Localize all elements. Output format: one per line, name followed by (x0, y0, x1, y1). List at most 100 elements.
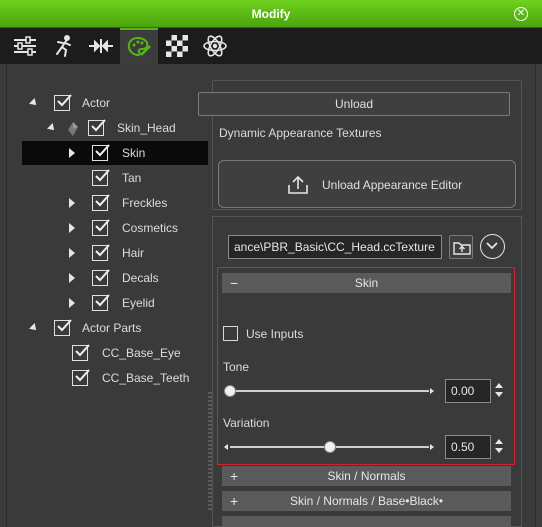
expand-right-icon[interactable] (69, 273, 75, 283)
checkmark-icon (95, 219, 110, 232)
slider-right-arrow-icon[interactable] (430, 444, 434, 450)
checkbox-cc-base-teeth[interactable] (72, 369, 90, 386)
sliders-icon (14, 36, 36, 56)
tree-item-label: Cosmetics (122, 221, 179, 235)
tab-physics[interactable] (196, 28, 234, 64)
spin-up-icon[interactable] (495, 439, 503, 444)
slider-right-arrow-icon[interactable] (430, 388, 434, 394)
tree-view: Actor Skin_Head Skin Tan Freckles Cosmet… (22, 90, 208, 527)
checkbox-cosmetics[interactable] (92, 219, 110, 236)
unload-appearance-editor-button[interactable]: Unload Appearance Editor (218, 160, 516, 208)
load-texture-button[interactable] (449, 235, 473, 259)
expand-right-icon[interactable] (69, 198, 75, 208)
checkbox-eyelid[interactable] (92, 294, 110, 311)
tab-bar (0, 28, 542, 64)
close-icon[interactable]: ✕ (514, 7, 528, 21)
checkbox-decals[interactable] (92, 269, 110, 286)
tree-item-hair[interactable]: Hair (22, 241, 208, 265)
tone-label: Tone (223, 360, 250, 374)
expand-plus-icon[interactable]: + (230, 466, 238, 486)
tree-item-decals[interactable]: Decals (22, 266, 208, 290)
use-inputs-label: Use Inputs (246, 327, 304, 341)
checkbox-skin[interactable] (92, 144, 110, 161)
checkbox-tan[interactable] (92, 169, 110, 186)
tree-item-label: Freckles (122, 196, 168, 210)
tone-spinner[interactable] (492, 379, 506, 403)
tree-item-label: Eyelid (122, 296, 155, 310)
checkmark-icon (57, 94, 72, 107)
skin-section-title: Skin (354, 276, 379, 290)
variation-slider-knob[interactable] (323, 441, 336, 453)
expand-right-icon[interactable] (69, 223, 75, 233)
skin-normals-base-section-header[interactable]: + Skin / Normals / Base•Black• (222, 491, 511, 511)
tone-value-input[interactable]: 0.00 (445, 379, 491, 403)
use-inputs-checkbox[interactable] (223, 326, 238, 341)
unload-appearance-editor-label: Unload Appearance Editor (322, 178, 463, 192)
expand-down-icon[interactable] (47, 123, 57, 133)
tree-item-skin-head[interactable]: Skin_Head (22, 116, 208, 140)
tab-motion[interactable] (44, 28, 82, 64)
checkbox-actor-parts[interactable] (54, 319, 72, 336)
tree-item-label: CC_Base_Eye (102, 346, 181, 360)
spin-down-icon[interactable] (495, 392, 503, 397)
align-icon (89, 39, 113, 53)
checkmark-icon (91, 119, 106, 132)
tree-item-actor-parts[interactable]: Actor Parts (22, 316, 208, 340)
tree-item-label: Skin (122, 146, 146, 160)
tree-item-skin[interactable]: Skin (22, 141, 208, 165)
variation-label: Variation (223, 416, 270, 430)
checkmark-icon (95, 294, 110, 307)
tab-attributes[interactable] (6, 28, 44, 64)
expand-right-icon[interactable] (69, 248, 75, 258)
checkmark-icon (95, 169, 110, 182)
tab-align[interactable] (82, 28, 120, 64)
tree-item-label: Hair (122, 246, 145, 260)
expand-plus-icon[interactable]: + (230, 491, 238, 511)
tree-item-label: CC_Base_Teeth (102, 371, 190, 385)
checkbox-freckles[interactable] (92, 194, 110, 211)
expand-down-icon[interactable] (29, 323, 39, 333)
motion-icon (56, 35, 71, 57)
texture-path-field[interactable]: ance\PBR_Basic\CC_Head.ccTexture (228, 235, 442, 259)
atom-physics-icon (203, 35, 227, 57)
window-title: Modify (251, 7, 291, 21)
appearance-palette-icon (127, 36, 151, 57)
checkbox-cc-base-eye[interactable] (72, 344, 90, 361)
dropdown-circle-button[interactable] (480, 234, 505, 259)
tab-appearance[interactable] (120, 28, 158, 64)
variation-value-input[interactable]: 0.50 (445, 435, 491, 459)
tree-item-label: Skin_Head (117, 121, 176, 135)
section-title: Skin / Normals / Base•Black• (289, 494, 444, 508)
checkbox-skin-head[interactable] (88, 119, 106, 136)
chevron-down-icon (486, 242, 498, 250)
spin-up-icon[interactable] (495, 383, 503, 388)
tree-item-actor[interactable]: Actor (22, 91, 208, 115)
tone-slider-knob[interactable] (224, 385, 236, 397)
checkbox-actor[interactable] (54, 94, 72, 111)
tree-item-cosmetics[interactable]: Cosmetics (22, 216, 208, 240)
tab-texture[interactable] (158, 28, 196, 64)
skin-section-header[interactable]: − Skin (222, 273, 511, 293)
tone-slider[interactable] (230, 390, 429, 392)
expand-right-icon[interactable] (69, 148, 75, 158)
unload-button[interactable]: Unload (198, 92, 510, 116)
tree-item-freckles[interactable]: Freckles (22, 191, 208, 215)
next-section-header[interactable] (222, 516, 511, 527)
expand-right-icon[interactable] (69, 298, 75, 308)
spin-down-icon[interactable] (495, 448, 503, 453)
collapse-minus-icon[interactable]: − (230, 273, 238, 293)
checkmark-icon (75, 344, 90, 357)
tree-item-eyelid[interactable]: Eyelid (22, 291, 208, 315)
expand-down-icon[interactable] (29, 98, 39, 108)
title-bar: Modify ✕ (0, 0, 542, 28)
slider-left-arrow-icon[interactable] (224, 444, 228, 450)
tree-item-label: Tan (122, 171, 142, 185)
tree-item-tan[interactable]: Tan (22, 166, 208, 190)
tree-item-cc-base-teeth[interactable]: CC_Base_Teeth (22, 366, 208, 390)
folder-load-icon (453, 242, 471, 255)
checkbox-hair[interactable] (92, 244, 110, 261)
skin-normals-section-header[interactable]: + Skin / Normals (222, 466, 511, 486)
tree-item-cc-base-eye[interactable]: CC_Base_Eye (22, 341, 208, 365)
checkmark-icon (95, 194, 110, 207)
variation-spinner[interactable] (492, 435, 506, 459)
